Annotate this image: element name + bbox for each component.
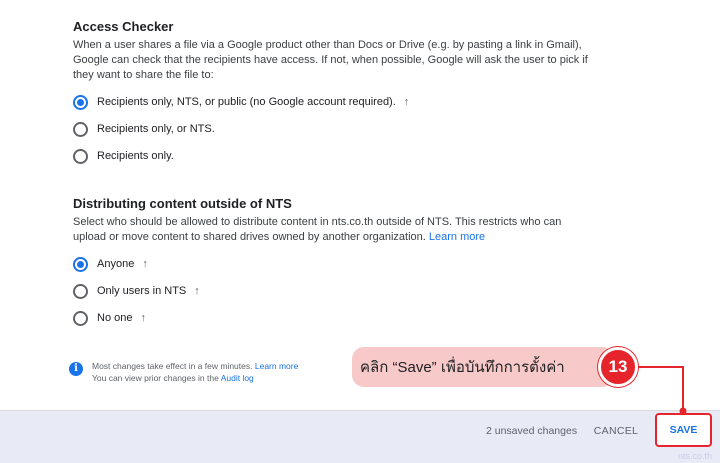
- audit-log-link[interactable]: Audit log: [221, 373, 254, 383]
- radio-label: Anyone: [97, 258, 135, 270]
- distributing-desc-line: Select who should be allowed to distribu…: [73, 216, 562, 228]
- access-checker-desc-line: they want to share the file to:: [73, 69, 214, 81]
- arrow-up-icon: ↑: [140, 312, 146, 324]
- radio-label: Recipients only, or NTS.: [97, 123, 215, 135]
- radio-label: No one: [97, 312, 133, 324]
- tutorial-callout: คลิก “Save” เพื่อบันทึกการตั้งค่า: [352, 347, 614, 387]
- unsaved-changes-text: 2 unsaved changes: [486, 425, 578, 437]
- radio-label: Recipients only, NTS, or public (no Goog…: [97, 96, 396, 108]
- info-line: Most changes take effect in a few minute…: [92, 361, 253, 371]
- learn-more-link[interactable]: Learn more: [429, 231, 485, 243]
- step-number-badge: 13: [598, 347, 638, 387]
- save-button[interactable]: SAVE: [657, 415, 710, 445]
- callout-text: คลิก “Save” เพื่อบันทึกการตั้งค่า: [360, 359, 565, 376]
- watermark: nts.co.th: [677, 451, 712, 461]
- distributing-content-title: Distributing content outside of NTS: [73, 196, 292, 211]
- radio-option-recipients-nts-public[interactable]: Recipients only, NTS, or public (no Goog…: [73, 94, 409, 110]
- arrow-up-icon: ↑: [194, 285, 200, 297]
- radio-option-recipients-nts[interactable]: Recipients only, or NTS.: [73, 121, 215, 137]
- radio-button[interactable]: [73, 148, 88, 164]
- radio-button-checked[interactable]: [73, 94, 88, 110]
- arrow-up-icon: ↑: [142, 258, 148, 270]
- access-checker-desc-line: Google can check that the recipients hav…: [73, 54, 588, 66]
- radio-label: Only users in NTS: [97, 285, 187, 297]
- radio-option-no-one[interactable]: No one ↑: [73, 310, 146, 326]
- access-checker-title: Access Checker: [73, 19, 174, 34]
- radio-button[interactable]: [73, 121, 88, 137]
- info-line: You can view prior changes in the: [92, 373, 219, 383]
- radio-option-anyone[interactable]: Anyone ↑: [73, 256, 148, 272]
- access-checker-description: When a user shares a file via a Google p…: [73, 38, 593, 83]
- distributing-description: Select who should be allowed to distribu…: [73, 215, 593, 245]
- info-learn-more-link[interactable]: Learn more: [255, 361, 298, 371]
- info-note: Most changes take effect in a few minute…: [92, 360, 298, 384]
- cancel-button[interactable]: CANCEL: [590, 419, 642, 443]
- radio-label: Recipients only.: [97, 150, 174, 162]
- distributing-desc-line: upload or move content to shared drives …: [73, 231, 426, 243]
- radio-button[interactable]: [73, 283, 88, 299]
- radio-button[interactable]: [73, 310, 88, 326]
- radio-option-recipients-only[interactable]: Recipients only.: [73, 148, 174, 164]
- info-icon: i: [69, 362, 83, 376]
- radio-option-only-users-nts[interactable]: Only users in NTS ↑: [73, 283, 200, 299]
- footer-action-bar: 2 unsaved changes CANCEL SAVE nts.co.th: [0, 410, 720, 463]
- access-checker-desc-line: When a user shares a file via a Google p…: [73, 39, 582, 51]
- arrow-up-icon: ↑: [403, 96, 410, 108]
- radio-button-checked[interactable]: [73, 256, 88, 272]
